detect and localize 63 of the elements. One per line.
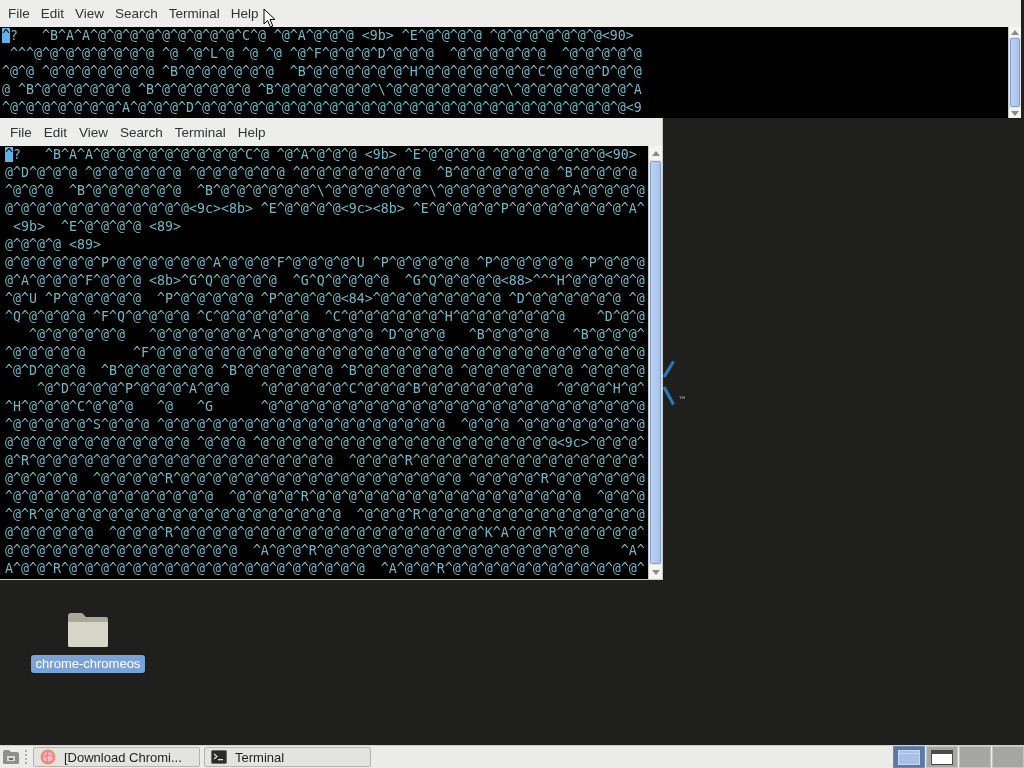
menu-item[interactable]: Search — [115, 6, 158, 21]
terminal-line: ^@^@ ^@^@^@^@^@^@^@ ^B^@^@^@^@^@^@ ^B^@^@^@^@^@^@^H^@^@^@^@^@^@^@^C^@^@^@^D^@^@ — [2, 63, 642, 81]
trademark-sign: ™ — [678, 395, 687, 405]
terminal-line: ^@^U ^P^@^@^@^@^@ ^P^@^@^@^@^@ ^P^@^@^@^@<84>^@^@^@^@^@^@^@^@ ^D^@^@^@^@^@^@ ^@ — [5, 290, 645, 308]
terminal-line: ^@^@^@^@^@^@^@^A^@^@^@^D^@^@^@^@^@^@^@^@^@^@^@^@^@^@^@^@^@^@^@^@^@^@^@^@^@^@^@<9 — [2, 99, 642, 117]
triangle-up-icon — [651, 150, 660, 156]
terminal-line: @^@^@^@^@^@^@^@^@^@^@^@<9c><8b> ^E^@^@^@^@<9c><8b> ^E^@^@^@^@^P^@^@^@^@^@^@^@^A^ — [5, 200, 645, 218]
terminal-line: ^@^R^@^@^@^@^@^@^@^@^@^@^@^@^@^@^@^@^@^@^@ ^@^@^@^R^@^@^@^@^@^@^@^@^@^@^@^@^@^@ — [5, 506, 645, 524]
terminal-line: @^@^@^@ <89> — [5, 236, 101, 254]
folder-icon[interactable] — [66, 610, 110, 648]
terminal-line: ^^^@^@^@^@^@^@^@^@ ^@ ^@^L^@ ^@ ^@ ^@^F^@^@^@^D^@^@^@ ^@^@^@^@^@^@ ^@^@^@^@^@ — [9, 45, 642, 63]
terminal-line: ^@^@^@ ^B^@^@^@^@^@^@ ^B^@^@^@^@^@^@^\^@^@^@^@^@^@^\^@^@^@^@^@^@^@^@^A^@^@^@^@ — [5, 182, 645, 200]
terminal-line: @^A^@^@^@^F^@^@^@ <8b>^G^Q^@^@^@^@ ^G^Q^@^@^@^@ ^G^Q^@^@^@^@<88>^^^H^@^@^@^@^@ — [5, 272, 645, 290]
terminal-line: ^? ^B^A^A^@^@^@^@^@^@^@^@^@^C^@ ^@^A^@^@^@ <9b> ^E^@^@^@^@ ^@^@^@^@^@^@^@<90> — [5, 146, 637, 164]
scroll-down-button[interactable] — [1009, 108, 1021, 118]
logo-icon — [662, 360, 675, 406]
menu-item[interactable]: File — [10, 124, 32, 140]
scrollbar[interactable] — [1008, 27, 1021, 118]
window-icon — [931, 749, 953, 765]
taskbar-button[interactable]: Terminal — [204, 747, 371, 767]
terminal-line: ^Q^@^@^@^@ ^F^Q^@^@^@^@ ^C^@^@^@^@^@^@ ^C^@^@^@^@^@^@^H^@^@^@^@^@^@^@ ^D^@^@ — [5, 308, 645, 326]
terminal-line: ^@^@^@^@^@^@ ^@^@^@^@^@^@^A^@^@^@^@^@^@^@ ^D^@^@^@ ^B^@^@^@^@ ^B^@^@^@^ — [28, 326, 645, 344]
menu-item[interactable]: Edit — [43, 124, 68, 140]
triangle-down-icon — [1011, 110, 1019, 116]
menu-item[interactable]: View — [75, 6, 105, 21]
workspace-button[interactable] — [926, 746, 958, 768]
menu-item[interactable]: Terminal — [174, 124, 226, 140]
taskbar-button[interactable]: [Download Chromi... — [33, 747, 200, 767]
scroll-down-button[interactable] — [649, 565, 662, 579]
menu-item[interactable]: Help — [237, 124, 266, 140]
scrollbar-thumb[interactable] — [1010, 38, 1020, 107]
menu-item[interactable]: Terminal — [168, 6, 220, 21]
menu-item[interactable]: View — [79, 124, 109, 140]
terminal-line: @^@^@^@^@^@ ^@^@^@^R^@^@^@^@^@^@^@^@^@^@^@^@^@^@^@^@^@^@^@^K^A^@^@^R^@^@^@^@^@^ — [5, 524, 645, 542]
terminal-line: @^@^@^@^@ ^@^@^@^@^R^@^@^@^@^@^@^@^@^@^@^@^@^@^@^@^@^@^@ ^@^@^@^@^R^@^@^@^@^@^@ — [5, 470, 645, 488]
terminal-line: ^@^D^@^@^@ ^B^@^@^@^@^@^@ ^B^@^@^@^@^@^@ ^B^@^@^@^@^@^@ ^@^@^@^@^@^@^@ ^@^@^@^@ — [5, 362, 645, 380]
terminal-line: A^@^@^R^@^@^@^@^@^@^@^@^@^@^@^@^@^@^@^@^@^@^@ ^A^@^@^R^@^@^@^@^@^@^@^@^@^@^@^@^ — [5, 560, 645, 578]
terminal-line: @^D^@^@^@ ^@^@^@^@^@^@ ^@^@^@^@^@^@ ^@^@^@^@^@^@^@^@ ^B^@^@^@^@^@^@ ^B^@^@^@^@ — [5, 164, 637, 182]
scroll-up-button[interactable] — [649, 146, 662, 160]
grip-icon — [24, 749, 28, 765]
globe-icon — [40, 749, 56, 765]
terminal-line: @^@^@^@^@^@^P^@^@^@^@^@^@^A^@^@^@^F^@^@^@^@^U ^P^@^@^@^@^@ ^P^@^@^@^@^@ ^P^@^@^@ — [5, 254, 645, 272]
terminal-line: ^@^@^@^@^@ ^F^@^@^@^@^@^@^@^@^@^@^@^@^@^@^@^@^@^@^@^@^@^@^@^@^@^@^@^@^@^@^@ — [5, 344, 645, 362]
triangle-down-icon — [651, 569, 660, 575]
terminal-line: ^? ^B^A^A^@^@^@^@^@^@^@^@^@^C^@ ^@^A^@^@^@ <9b> ^E^@^@^@^@ ^@^@^@^@^@^@^@<90> — [2, 27, 634, 45]
terminal-line: @^@^@^@^@^@^@^@^@^@^@^@ ^@^@^@ ^@^@^@^@^@^@^@^@^@^@^@^@^@^@^@^@^@^@^@<9c>^@^@^@^ — [5, 434, 645, 452]
menu-item[interactable]: File — [8, 6, 30, 21]
menu-item[interactable]: Search — [120, 124, 163, 140]
terminal-icon — [211, 750, 227, 764]
terminal-line: ^@^@^@^@^@^@^@^@^@^@^@^@^@ ^@^@^@^@^R^@^@^@^@^@^@^@^@^@^@^@^@^@^@^@^@^@ ^@^@^@ — [5, 488, 645, 506]
scrollbar[interactable] — [648, 146, 662, 579]
terminal-line: ^H^@^@^@^C^@^@^@ ^@ ^G ^@^@^@^@^@^@^@^@^@^@^@^@^@^@^@^@^@^@^@^@^@^@^@^@ — [5, 398, 645, 416]
terminal-line: @ ^B^@^@^@^@^@^@ ^B^@^@^@^@^@^@ ^B^@^@^@^@^@^@^\^@^@^@^@^@^@^@^\^@^@^@^@^@^@^@^A — [2, 81, 642, 99]
scroll-up-button[interactable] — [1009, 27, 1021, 37]
terminal-line: @^@^@^@^@^@^@^@^@^@^@^@^@^@^@ ^A^@^@^R^@^@^@^@^@^@^@^@^@^@^@^@^@^@^@^@^@ ^A^ — [5, 542, 645, 560]
terminal-line: ^@^D^@^@^@^P^@^@^@^A^@^@ ^@^@^@^@^@^C^@^@^@^B^@^@^@^@^@^@^@ ^@^@^@^H^@^ — [35, 380, 645, 398]
terminal-line: @^R^@^@^@^@^@^@^@^@^@^@^@^@^@^@^@^@^@^@^@ ^@^@^@^R^@^@^@^@^@^@^@^@^@^@^@^@^@^@^ — [5, 452, 645, 470]
menu-item[interactable]: Help — [230, 6, 259, 21]
menu-item[interactable]: Edit — [40, 6, 65, 21]
triangle-up-icon — [1011, 29, 1019, 35]
terminal-line: ^@^@^@^@^@^S^@^@^@ ^@^@^@^@^@^@^@^@^@^@^@^@^@^@^@^@^@^@ ^@^@^@ ^@^@^@^@^@^@^@^@ — [5, 416, 645, 434]
terminal-line: <9b> ^E^@^@^@^@ <89> — [12, 218, 181, 236]
scrollbar-thumb[interactable] — [650, 161, 661, 564]
